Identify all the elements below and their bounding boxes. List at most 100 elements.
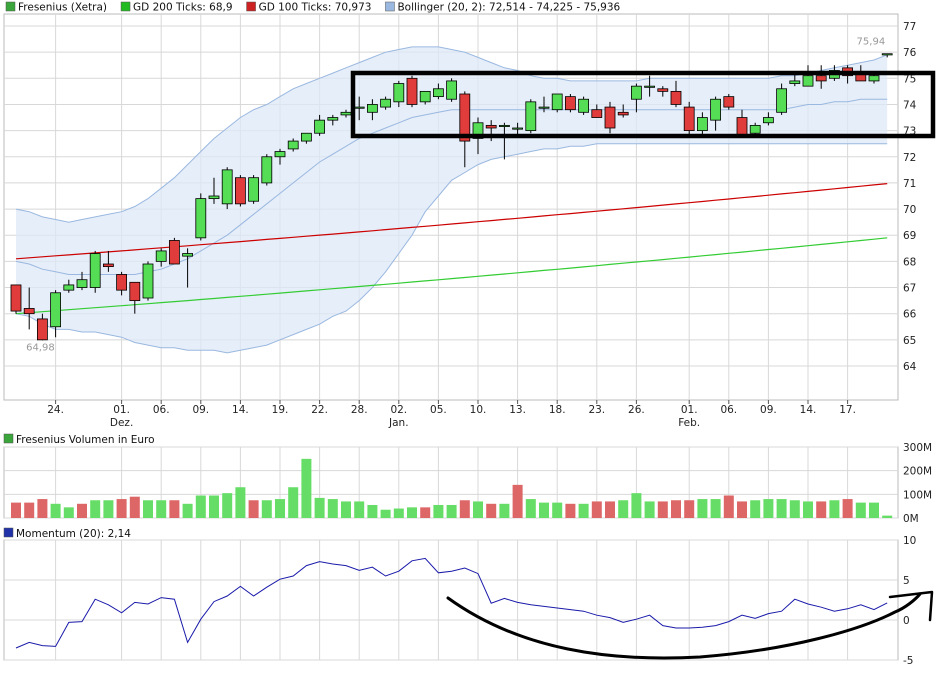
candle-down [617,111,629,116]
price-ytick-label: 69 [903,230,916,242]
legend-label-2: GD 100 Ticks: 70,973 [259,2,372,14]
volume-bar [63,507,74,518]
month-label: Jan. [388,417,409,429]
candle-up [50,292,61,328]
price-ytick-label: 76 [903,47,917,59]
momentum-ytick-label: 10 [903,535,916,547]
candle-up [380,98,392,108]
candle-down [670,90,682,105]
xtick-label: 10. [470,404,487,416]
price-ytick-label: 64 [903,361,917,373]
candle-up [525,101,537,132]
volume-bar [591,501,602,518]
candle-down [406,77,418,105]
stock-chart-svg: Fresenius (Xetra) GD 200 Ticks: 68,9 GD 10… [3,1,936,667]
volume-ytick-label: 0M [903,513,919,525]
volume-bar [433,504,444,518]
xtick-label: 09. [760,404,777,416]
price-ytick-label: 74 [903,99,917,111]
volume-bar [789,500,800,518]
volume-ytick-label: 100M [903,489,932,501]
xtick-label: 05. [430,404,447,416]
volume-bar [261,500,272,518]
candle-up [208,195,220,200]
volume-ytick-label: 200M [903,466,932,478]
volume-bar [288,487,299,518]
volume-bar [314,497,325,518]
xtick-label: 24. [47,404,64,416]
volume-bar [618,500,629,518]
volume-bar [354,501,365,518]
volume-bar [644,501,655,518]
volume-bar [11,502,21,518]
candle-up [340,111,352,116]
candle-up [749,124,761,134]
xtick-label: 02. [390,404,407,416]
candle-down [485,124,497,129]
volume-bar [842,499,853,518]
candle-up [802,75,814,87]
volume-bar [182,503,193,518]
legend-label-3: Bollinger (20, 2): 72,514 - 74,225 - 75,… [397,2,620,14]
xtick-label: 19. [272,404,289,416]
volume-bar [512,484,523,518]
volume-bar [499,503,510,518]
momentum-ytick-label: 5 [903,575,910,587]
volume-bar [671,500,681,518]
candle-up [631,85,642,100]
volume-bar [750,500,761,518]
volume-bar [657,501,668,518]
xtick-label: 17. [839,404,856,416]
volume-panel: Fresenius Volumen in Euro 0M 100M 200M 300M [3,433,932,525]
volume-bar [776,499,787,518]
volume-bar [882,515,893,518]
candle-up [221,169,233,205]
candle-up [155,250,167,262]
volume-bar [420,507,431,518]
volume-bar [552,502,563,518]
candle-up [314,119,326,134]
candle-up [697,117,708,132]
volume-bar [737,501,747,518]
price-ytick-label: 72 [903,152,916,164]
volume-bar [367,504,378,518]
volume-bar [235,487,246,518]
candle-down [736,117,748,137]
volume-bar [459,500,470,518]
volume-bar [380,509,391,518]
candle-up [353,106,365,109]
candle-down [565,96,576,111]
momentum-legend-label: Momentum (20): 2,14 [16,528,131,540]
candle-up [274,151,286,158]
candle-up [366,104,378,113]
volume-bar [222,493,233,518]
candle-up [182,253,194,257]
volume-bar [565,503,576,518]
xtick-label: 09. [192,404,209,416]
volume-bar [195,495,206,518]
price-ytick-label: 65 [903,335,916,347]
volume-bar [50,503,61,518]
xtick-label: 26. [628,404,645,416]
candle-up [512,127,523,130]
legend-swatch-1 [120,1,131,12]
volume-legend-label: Fresenius Volumen in Euro [16,434,155,446]
candle-down [37,318,48,341]
price-ytick-label: 77 [903,21,916,33]
volume-bar [539,502,549,518]
volume-bar [248,500,259,518]
candle-up [393,83,405,103]
candle-up [63,284,75,291]
xtick-label: 06. [720,404,737,416]
chart-stage: Fresenius (Xetra) GD 200 Ticks: 68,9 GD 10… [0,0,940,670]
candle-up [248,177,260,202]
legend-label-1: GD 200 Ticks: 68,9 [133,2,233,14]
volume-bar [209,495,219,518]
volume-bar [37,499,48,518]
volume-bar [116,499,127,518]
volume-bar [684,500,695,518]
candle-up [446,80,458,100]
candle-up [142,263,154,299]
momentum-ytick-label: 0 [903,615,910,627]
candle-down [815,75,827,82]
